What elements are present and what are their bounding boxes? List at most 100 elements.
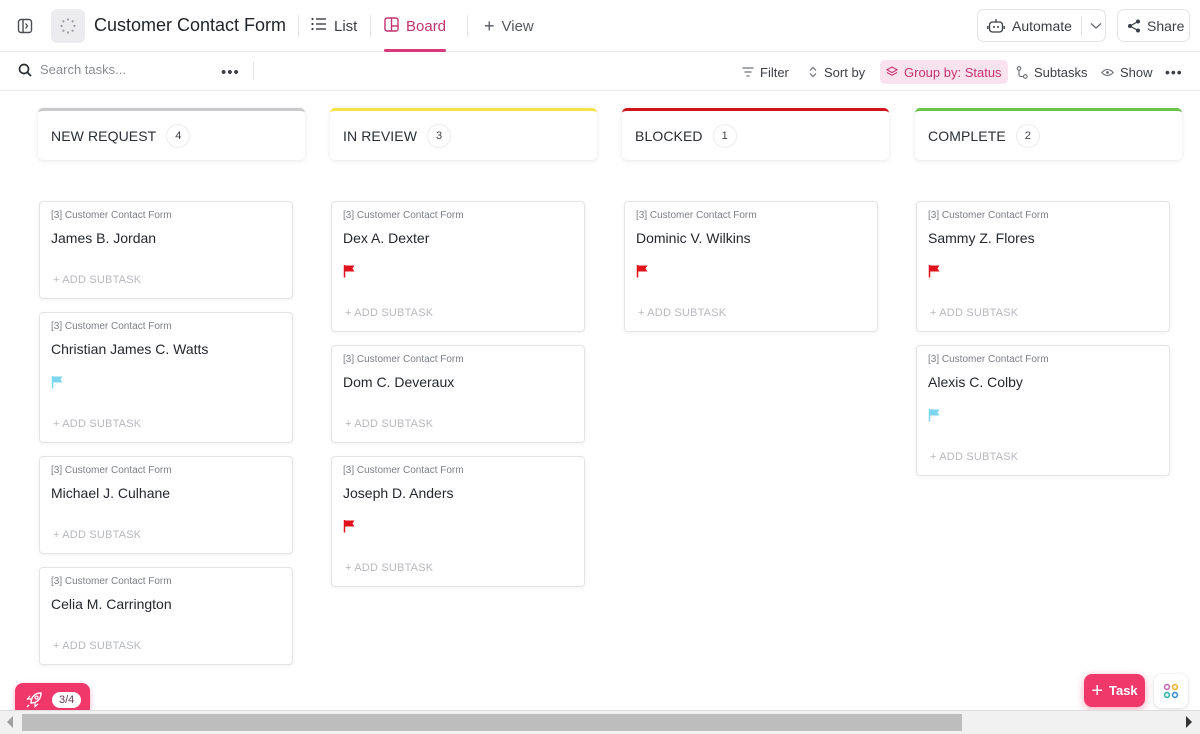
- card-task-name[interactable]: Dex A. Dexter: [343, 230, 429, 246]
- column-title: BLOCKED: [635, 127, 703, 144]
- column-count-badge: 4: [166, 123, 191, 148]
- card-task-name[interactable]: Celia M. Carrington: [51, 596, 172, 612]
- priority-flag-icon[interactable]: [343, 519, 357, 533]
- column-header-in-review[interactable]: IN REVIEW 3: [330, 108, 597, 160]
- sort-icon: [808, 66, 818, 78]
- task-card[interactable]: [3] Customer Contact Form Dominic V. Wilk…: [624, 201, 878, 332]
- add-subtask-button[interactable]: + ADD SUBTASK: [930, 307, 1018, 319]
- horizontal-scrollbar[interactable]: [0, 710, 1200, 734]
- more-options-icon[interactable]: •••: [1165, 60, 1183, 84]
- add-subtask-button[interactable]: + ADD SUBTASK: [53, 418, 141, 430]
- divider: [370, 15, 371, 37]
- add-subtask-button[interactable]: + ADD SUBTASK: [53, 274, 141, 286]
- task-card[interactable]: [3] Customer Contact Form Celia M. Carrin…: [39, 567, 293, 665]
- priority-flag-icon[interactable]: [928, 264, 942, 278]
- subtasks-label: Subtasks: [1034, 64, 1088, 80]
- search-input[interactable]: Search tasks...: [18, 62, 126, 77]
- add-subtask-button[interactable]: + ADD SUBTASK: [638, 307, 726, 319]
- card-list-name[interactable]: [3] Customer Contact Form: [343, 354, 464, 365]
- task-card[interactable]: [3] Customer Contact Form James B. Jordan…: [39, 201, 293, 299]
- apps-button[interactable]: [1154, 674, 1188, 708]
- scroll-left-arrow[interactable]: [7, 716, 13, 728]
- card-list-name[interactable]: [3] Customer Contact Form: [343, 465, 464, 476]
- card-task-name[interactable]: Michael J. Culhane: [51, 485, 170, 501]
- onboarding-progress: 3/4: [52, 691, 82, 708]
- card-list-name[interactable]: [3] Customer Contact Form: [51, 465, 172, 476]
- space-loading-icon[interactable]: [51, 9, 85, 43]
- card-list-name[interactable]: [3] Customer Contact Form: [51, 576, 172, 587]
- card-task-name[interactable]: Sammy Z. Flores: [928, 230, 1035, 246]
- automate-label: Automate: [1012, 17, 1072, 34]
- top-bar: Customer Contact Form List Board + View …: [0, 0, 1200, 52]
- task-card[interactable]: [3] Customer Contact Form Dom C. Deveraux…: [331, 345, 585, 443]
- rocket-icon: [25, 691, 43, 709]
- column-title: COMPLETE: [928, 127, 1006, 144]
- task-card[interactable]: [3] Customer Contact Form Joseph D. Ander…: [331, 456, 585, 587]
- filter-icon: [742, 67, 754, 77]
- task-card[interactable]: [3] Customer Contact Form Christian James…: [39, 312, 293, 443]
- card-list-name[interactable]: [3] Customer Contact Form: [636, 210, 757, 221]
- chevron-down-icon[interactable]: [1090, 22, 1102, 30]
- card-task-name[interactable]: Dom C. Deveraux: [343, 374, 454, 390]
- add-subtask-button[interactable]: + ADD SUBTASK: [345, 418, 433, 430]
- add-task-button[interactable]: + Task: [1084, 674, 1145, 707]
- column-count-badge: 1: [712, 123, 737, 148]
- card-list-name[interactable]: [3] Customer Contact Form: [343, 210, 464, 221]
- priority-flag-icon[interactable]: [928, 408, 942, 422]
- task-card[interactable]: [3] Customer Contact Form Alexis C. Colby…: [916, 345, 1170, 476]
- task-card[interactable]: [3] Customer Contact Form Sammy Z. Flores…: [916, 201, 1170, 332]
- scroll-right-arrow[interactable]: [1186, 716, 1192, 728]
- add-subtask-button[interactable]: + ADD SUBTASK: [345, 307, 433, 319]
- tab-board-label: Board: [406, 17, 447, 35]
- robot-icon: [987, 18, 1005, 34]
- search-options-icon[interactable]: •••: [221, 60, 240, 84]
- column-header-new-request[interactable]: NEW REQUEST 4: [38, 108, 305, 160]
- share-button[interactable]: Share: [1117, 9, 1190, 42]
- add-subtask-button[interactable]: + ADD SUBTASK: [930, 451, 1018, 463]
- column-header-blocked[interactable]: BLOCKED 1: [622, 108, 889, 160]
- column-header-complete[interactable]: COMPLETE 2: [915, 108, 1182, 160]
- search-icon: [18, 63, 32, 77]
- card-task-name[interactable]: Joseph D. Anders: [343, 485, 454, 501]
- filter-button[interactable]: Filter: [742, 60, 789, 84]
- priority-flag-icon[interactable]: [51, 375, 65, 389]
- divider: [1080, 15, 1082, 36]
- tab-board[interactable]: Board: [384, 0, 446, 52]
- column-count-badge: 3: [427, 123, 452, 148]
- board-icon: [384, 16, 399, 36]
- priority-flag-icon[interactable]: [343, 264, 357, 278]
- subtasks-button[interactable]: Subtasks: [1016, 60, 1087, 84]
- card-task-name[interactable]: James B. Jordan: [51, 230, 156, 246]
- card-task-name[interactable]: Dominic V. Wilkins: [636, 230, 751, 246]
- add-subtask-button[interactable]: + ADD SUBTASK: [53, 529, 141, 541]
- share-label: Share: [1147, 17, 1185, 34]
- sidebar-toggle-icon[interactable]: [16, 17, 34, 35]
- layers-icon: [886, 66, 898, 78]
- add-task-label: Task: [1109, 683, 1138, 698]
- card-task-name[interactable]: Alexis C. Colby: [928, 374, 1023, 390]
- card-list-name[interactable]: [3] Customer Contact Form: [51, 210, 172, 221]
- show-button[interactable]: Show: [1101, 60, 1153, 84]
- add-view-button[interactable]: + View: [484, 0, 534, 52]
- add-subtask-button[interactable]: + ADD SUBTASK: [53, 640, 141, 652]
- divider: [467, 15, 468, 37]
- eye-icon: [1101, 68, 1114, 77]
- group-by-button[interactable]: Group by: Status: [880, 60, 1008, 84]
- card-list-name[interactable]: [3] Customer Contact Form: [51, 321, 172, 332]
- automate-button[interactable]: Automate: [977, 9, 1106, 42]
- task-card[interactable]: [3] Customer Contact Form Dex A. Dexter + …: [331, 201, 585, 332]
- add-subtask-button[interactable]: + ADD SUBTASK: [345, 562, 433, 574]
- sort-label: Sort by: [824, 64, 866, 80]
- subtasks-icon: [1016, 65, 1028, 79]
- tab-list[interactable]: List: [311, 0, 357, 52]
- tab-list-label: List: [334, 17, 358, 35]
- show-label: Show: [1120, 64, 1153, 80]
- card-task-name[interactable]: Christian James C. Watts: [51, 341, 208, 357]
- sort-button[interactable]: Sort by: [808, 60, 865, 84]
- filter-label: Filter: [760, 64, 789, 80]
- card-list-name[interactable]: [3] Customer Contact Form: [928, 210, 1049, 221]
- card-list-name[interactable]: [3] Customer Contact Form: [928, 354, 1049, 365]
- task-card[interactable]: [3] Customer Contact Form Michael J. Culh…: [39, 456, 293, 554]
- scrollbar-thumb[interactable]: [22, 714, 962, 731]
- priority-flag-icon[interactable]: [636, 264, 650, 278]
